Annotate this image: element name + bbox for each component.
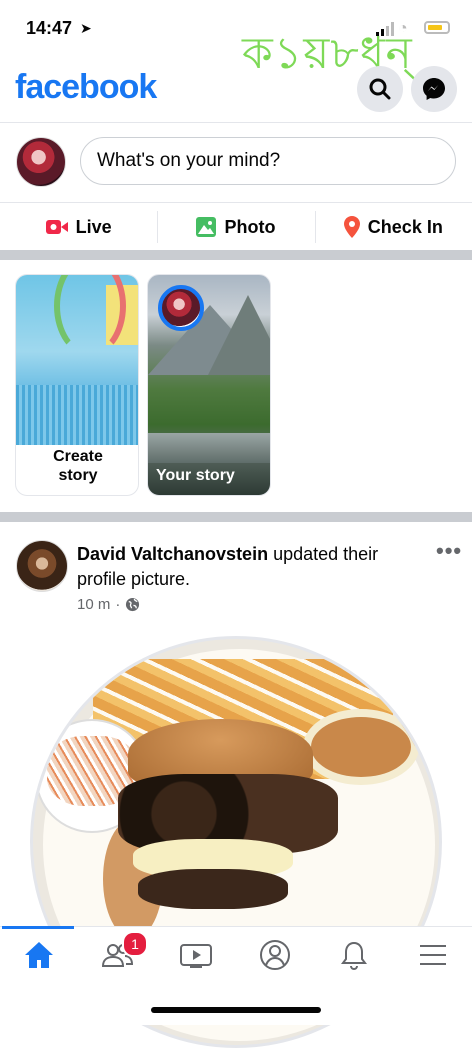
author-avatar[interactable] [16, 540, 68, 592]
live-label: Live [75, 216, 112, 237]
live-video-icon [45, 219, 68, 235]
profile-icon [260, 940, 290, 970]
facebook-logo[interactable]: facebook [15, 68, 157, 107]
user-avatar[interactable] [16, 137, 66, 187]
photo-icon [196, 217, 217, 237]
post-composer: What's on your mind? [0, 122, 472, 203]
location-arrow-icon: ➤ [80, 20, 92, 36]
video-icon [180, 944, 212, 968]
location-pin-icon [343, 216, 360, 238]
your-story-label: Your story [156, 467, 235, 484]
post-description: David Valtchanovstein updated their prof… [77, 542, 407, 592]
menu-icon [420, 945, 446, 965]
tab-home[interactable] [0, 927, 78, 983]
home-indicator [151, 1007, 321, 1013]
photo-label: Photo [224, 216, 276, 237]
messenger-button[interactable] [411, 66, 457, 112]
messenger-icon [423, 78, 445, 100]
globe-icon [126, 597, 140, 612]
photo-button[interactable]: Photo [157, 203, 314, 251]
friends-badge: 1 [122, 931, 148, 957]
your-story-card[interactable]: Your story [147, 274, 271, 496]
composer-actions: Live Photo Check In [0, 202, 472, 251]
more-options-icon[interactable]: ••• [436, 538, 462, 564]
create-story-image [16, 275, 138, 445]
search-icon [369, 78, 391, 100]
battery-icon [424, 21, 450, 34]
stories-tray: Create story Your story [0, 262, 472, 512]
status-input[interactable]: What's on your mind? [80, 137, 456, 185]
check-in-label: Check In [367, 216, 443, 237]
tab-menu[interactable] [394, 927, 472, 983]
top-bar: facebook [0, 58, 472, 120]
post-meta: 10 m · [77, 596, 140, 613]
feed-post-header: David Valtchanovstein updated their prof… [0, 524, 472, 634]
search-button[interactable] [357, 66, 403, 112]
check-in-button[interactable]: Check In [314, 203, 472, 251]
section-divider [0, 512, 472, 522]
author-name[interactable]: David Valtchanovstein [77, 544, 268, 564]
bell-icon [341, 941, 367, 970]
section-divider [0, 250, 472, 260]
post-time[interactable]: 10 m [77, 596, 110, 613]
tab-notifications[interactable] [315, 927, 393, 983]
tab-watch[interactable] [157, 927, 235, 983]
home-icon [25, 942, 53, 968]
create-story-label: Create story [53, 448, 103, 484]
create-story-card[interactable]: Create story [15, 274, 139, 496]
status-time: 14:47 [26, 18, 73, 38]
story-avatar [158, 285, 204, 331]
live-button[interactable]: Live [0, 203, 157, 251]
tab-friends[interactable]: 1 [78, 927, 156, 983]
tab-profile[interactable] [236, 927, 314, 983]
